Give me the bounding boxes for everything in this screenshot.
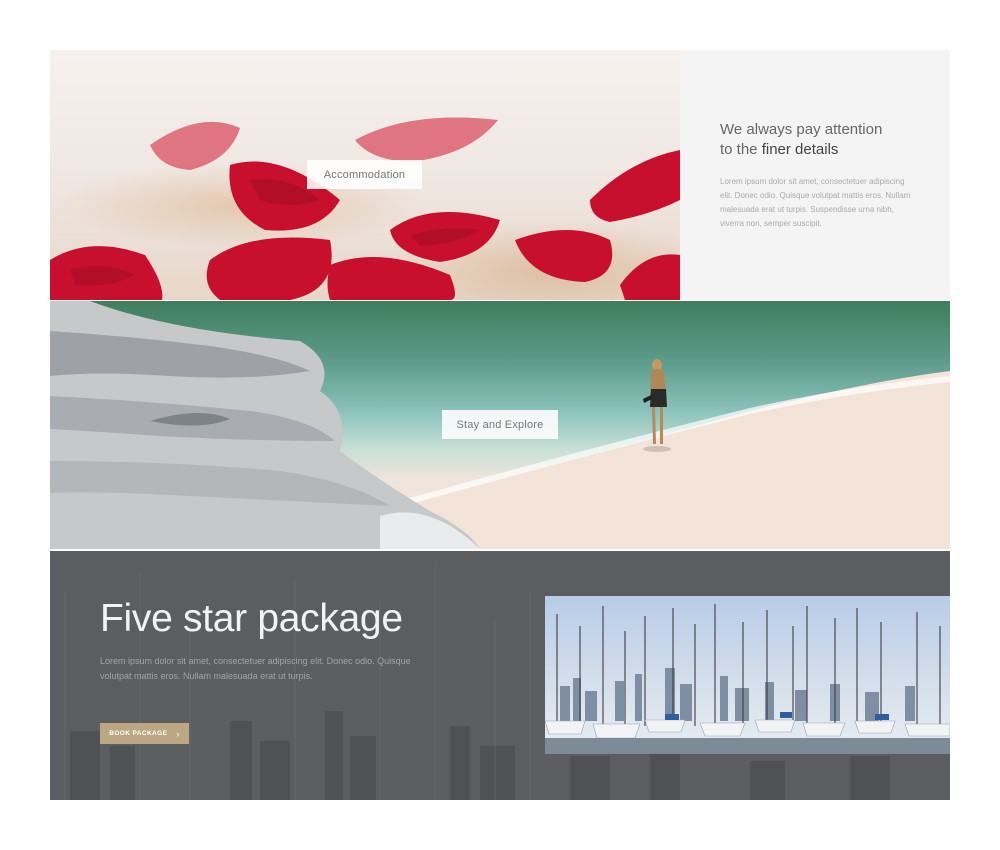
details-heading-strong: finer details xyxy=(761,141,839,158)
book-package-label: BOOK PACKAGE xyxy=(109,730,168,737)
beach-image[interactable]: Stay and Explore xyxy=(50,301,950,549)
gallery-frame: Accommodation We always pay attention to… xyxy=(50,50,950,800)
marina-photo[interactable] xyxy=(545,596,950,754)
chevron-right-icon: › xyxy=(176,728,180,739)
package-body-text: Lorem ipsum dolor sit amet, consectetuer… xyxy=(100,656,411,681)
details-panel: We always pay attention to the finer det… xyxy=(680,50,950,300)
accommodation-row: Accommodation We always pay attention to… xyxy=(50,50,950,300)
accommodation-label[interactable]: Accommodation xyxy=(307,160,422,189)
package-section: Five star package Lorem ipsum dolor sit … xyxy=(50,551,950,800)
details-heading-prefix: to the xyxy=(720,141,762,158)
rose-petals-image[interactable]: Accommodation xyxy=(50,50,680,300)
package-title: Five star package xyxy=(100,597,403,640)
details-body-text: Lorem ipsum dolor sit amet, consectetuer… xyxy=(720,177,911,228)
details-heading-line1: We always pay attention xyxy=(720,121,883,138)
stay-explore-row: Stay and Explore xyxy=(50,301,950,549)
book-package-button[interactable]: BOOK PACKAGE › xyxy=(100,723,189,744)
stay-explore-label[interactable]: Stay and Explore xyxy=(442,410,558,439)
details-heading: We always pay attention to the finer det… xyxy=(720,120,920,160)
